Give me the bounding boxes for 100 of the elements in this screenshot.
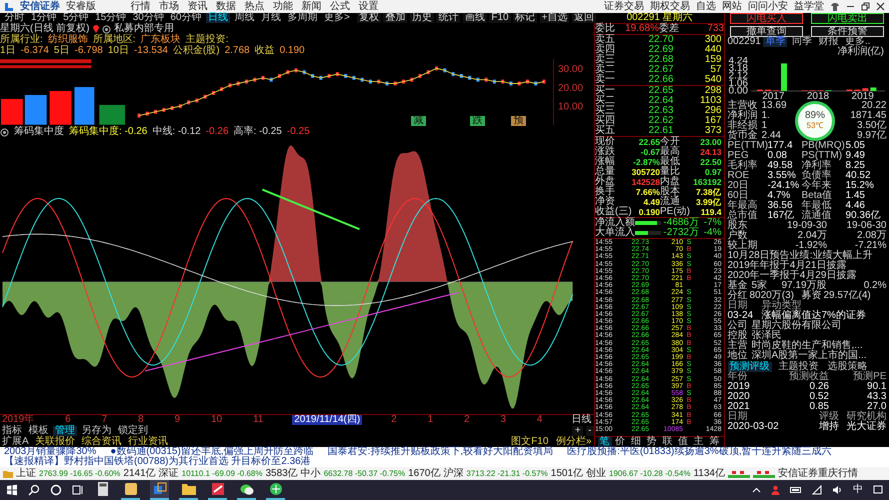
period-tab[interactable]: 月线 bbox=[259, 13, 283, 24]
stat-label: 收益(三) bbox=[595, 207, 631, 217]
top-link[interactable]: 网站 bbox=[722, 0, 742, 13]
taskbar-app-button[interactable] bbox=[266, 480, 285, 500]
date-label[interactable]: 2 bbox=[389, 415, 399, 426]
date-label[interactable]: 4 bbox=[534, 415, 544, 426]
menu-item[interactable]: 新闻 bbox=[302, 0, 322, 13]
menu-item[interactable]: 数据 bbox=[216, 0, 236, 13]
period-tab[interactable]: 1分钟 bbox=[29, 13, 59, 24]
chart-tool-button[interactable]: 复权 bbox=[356, 13, 381, 24]
chart-tool-button[interactable]: +自选 bbox=[540, 13, 570, 24]
menu-item[interactable]: 资讯 bbox=[188, 0, 208, 13]
tool-tab[interactable]: 指标 bbox=[0, 426, 24, 436]
panel-link[interactable]: 例分栏» bbox=[553, 436, 594, 447]
finance-tab[interactable]: 单季 bbox=[763, 37, 788, 47]
period-tab[interactable]: 60分钟 bbox=[168, 13, 204, 24]
chart-tool-button[interactable]: 标记 bbox=[513, 13, 538, 24]
input-method-indicator[interactable]: 中 bbox=[853, 485, 863, 495]
date-label[interactable]: 11 bbox=[250, 415, 266, 426]
date-label[interactable]: 7 bbox=[100, 415, 110, 426]
date-label[interactable]: 10 bbox=[208, 415, 224, 426]
top-link[interactable]: 自选 bbox=[696, 0, 716, 13]
top-link[interactable]: 证券交易 bbox=[604, 0, 644, 13]
period-tab[interactable]: 30分钟 bbox=[130, 13, 166, 24]
period-tab[interactable]: 更多> bbox=[322, 13, 352, 24]
chart-tool-button[interactable]: 叠加 bbox=[383, 13, 408, 24]
taskbar-app-button[interactable] bbox=[121, 480, 140, 500]
usage-percent: 89% bbox=[804, 111, 825, 121]
signal-tag: 预 bbox=[511, 116, 526, 126]
market-caption: 安信证券重庆行情 bbox=[778, 467, 858, 480]
top-link[interactable]: 问问小安 bbox=[748, 0, 788, 13]
chart-tool-button[interactable]: 统计 bbox=[436, 13, 460, 24]
taskbar-app-button[interactable] bbox=[208, 480, 227, 500]
period-tab[interactable]: 分时 bbox=[2, 13, 26, 24]
menu-item[interactable]: 行情 bbox=[130, 0, 150, 13]
company-label: 主营 bbox=[728, 341, 748, 351]
metric-value: 36.56 bbox=[768, 201, 793, 211]
date-label[interactable]: 8 bbox=[136, 415, 146, 426]
date-label[interactable]: 2019年 bbox=[0, 415, 36, 426]
extension-tab[interactable]: 关联报价 bbox=[33, 436, 78, 447]
finance-value: 9.97亿 bbox=[856, 131, 886, 141]
extension-tab[interactable]: 行业资讯 bbox=[126, 436, 170, 447]
top-link[interactable]: 期权交易 bbox=[650, 0, 690, 13]
stock-code: 002291 bbox=[626, 13, 660, 23]
stat-value: 24.13 bbox=[699, 147, 722, 157]
chart-tool-button[interactable]: 历史 bbox=[410, 13, 434, 24]
finance-tab[interactable]: 更多.. bbox=[842, 37, 872, 47]
period-tab[interactable]: 周线 bbox=[232, 13, 256, 24]
finance-tab[interactable]: 同季 bbox=[790, 37, 814, 47]
detail-tab[interactable]: 笔 bbox=[598, 437, 612, 447]
news-headline[interactable]: 医疗股预播:平医(01833)续扬逾3%破顶,暂十连升紧随三成六 bbox=[567, 447, 832, 457]
forecast-tab[interactable]: 选股策略 bbox=[826, 362, 870, 372]
date-label[interactable]: 1 bbox=[426, 415, 436, 426]
target-icon bbox=[0, 128, 9, 137]
date-label[interactable]: 9 bbox=[172, 415, 182, 426]
taskbar-app-button[interactable] bbox=[150, 480, 169, 500]
indicator-name: 筹码集中度 bbox=[14, 127, 64, 138]
forecast-tab[interactable]: 主题投资 bbox=[776, 362, 820, 372]
stat-value: 7.66% bbox=[634, 187, 660, 197]
detail-tab[interactable]: 细 bbox=[628, 437, 643, 447]
chart-tool-button[interactable]: 返回 bbox=[572, 13, 596, 24]
index-value: 10110.1 -69.09 -0.68% bbox=[182, 468, 262, 478]
menu-item[interactable]: 设置 bbox=[358, 0, 378, 13]
detail-tab[interactable]: 价 bbox=[613, 437, 628, 447]
detail-tab[interactable]: 主 bbox=[692, 437, 706, 447]
news-headline[interactable]: 国泰君安:持续推升贴板政策下,较看好大阳配资填局 bbox=[328, 447, 554, 457]
period-tab[interactable]: 日线 bbox=[206, 13, 230, 24]
zoom-button[interactable]: - bbox=[586, 426, 594, 436]
news-headline[interactable]: ●数码通(00315)留还丰底,偏强上周升防至跨临 bbox=[110, 447, 314, 457]
menu-item[interactable]: 热点 bbox=[244, 0, 264, 13]
date-label[interactable]: 2 bbox=[462, 415, 472, 426]
top-link[interactable]: 益学堂 bbox=[794, 0, 824, 13]
date-label[interactable]: 6 bbox=[63, 415, 73, 426]
tool-tab[interactable]: 模板 bbox=[26, 426, 50, 436]
menu-item[interactable]: 功能 bbox=[273, 0, 293, 13]
extension-tab[interactable]: 综合资讯 bbox=[80, 436, 124, 447]
news-headline[interactable]: 2003月销量骤降30% bbox=[4, 447, 96, 457]
finance-tab[interactable]: 财报 bbox=[816, 37, 840, 47]
detail-tab[interactable]: 联 bbox=[660, 437, 674, 447]
period-tab[interactable]: 5分钟 bbox=[61, 13, 91, 24]
zoom-button[interactable]: + bbox=[572, 426, 584, 436]
extension-tab[interactable]: 扩展A bbox=[0, 436, 31, 447]
info-label: 收益 bbox=[254, 46, 275, 56]
detail-tab[interactable]: 值 bbox=[676, 437, 690, 447]
date-label[interactable]: 3 bbox=[498, 415, 508, 426]
forecast-tab[interactable]: 预测评级 bbox=[728, 362, 772, 372]
period-tab[interactable]: 多周期 bbox=[286, 13, 320, 24]
menu-item[interactable]: 公式 bbox=[330, 0, 350, 13]
chart-tool-button[interactable]: F10 bbox=[489, 13, 511, 24]
date-label[interactable]: 2019/11/14(四) bbox=[292, 415, 362, 426]
tool-tab[interactable]: 另存为 bbox=[80, 426, 114, 436]
tool-tab[interactable]: 管理 bbox=[53, 426, 77, 436]
detail-tab[interactable]: 筹 bbox=[707, 437, 722, 447]
period-tab[interactable]: 15分钟 bbox=[93, 13, 128, 24]
menu-item[interactable]: 市场 bbox=[159, 0, 179, 13]
detail-tab[interactable]: 势 bbox=[644, 437, 659, 447]
chart-tool-button[interactable]: 画线 bbox=[462, 13, 487, 24]
tool-tab[interactable]: 锁定到 bbox=[116, 426, 150, 436]
news-headline[interactable]: 【速报精译】野村指中国铁塔(00788)为其行业首选 升目标价至2.36港 bbox=[4, 457, 311, 467]
panel-link[interactable]: 图文F10 bbox=[508, 436, 551, 447]
